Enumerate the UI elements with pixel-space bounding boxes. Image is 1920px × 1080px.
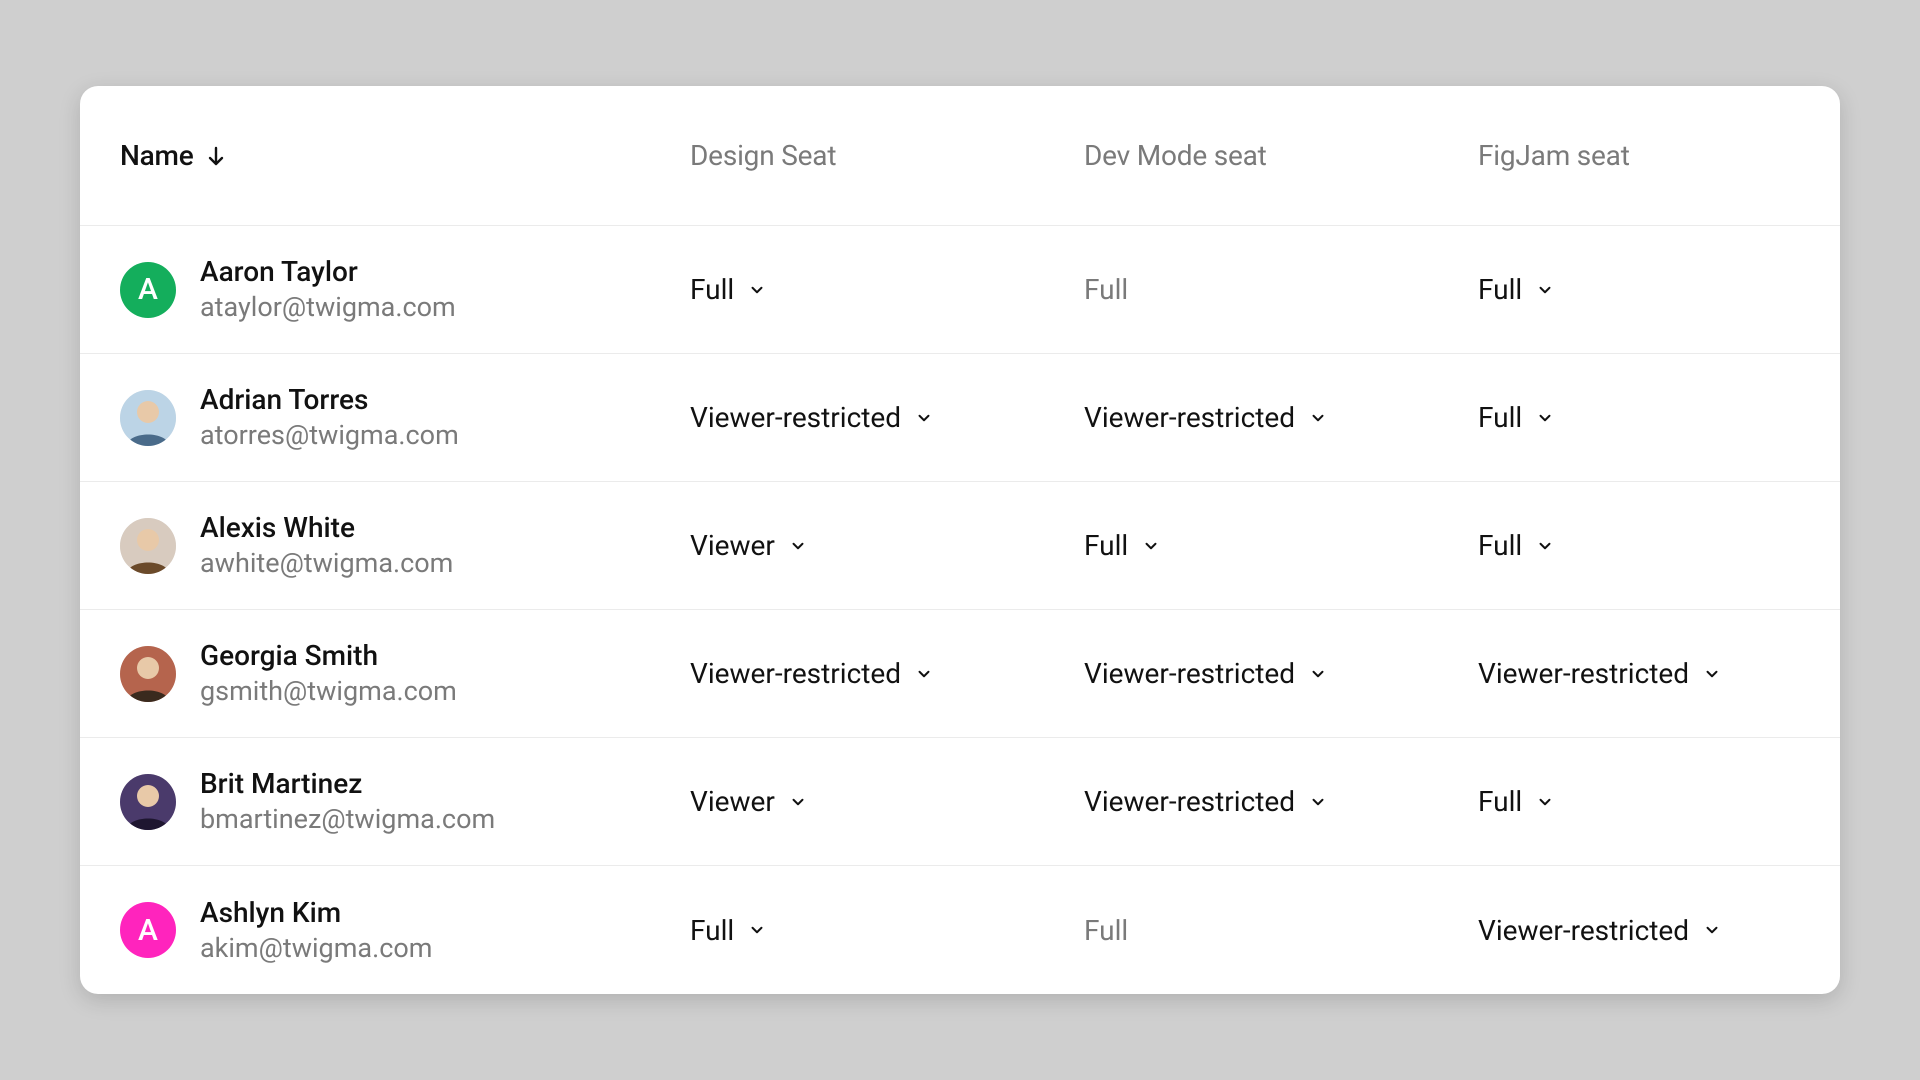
seat-value: Viewer	[690, 785, 775, 818]
user-name: Brit Martinez	[200, 766, 495, 801]
table-row: Brit Martinezbmartinez@twigma.comViewerV…	[80, 738, 1840, 866]
user-email: bmartinez@twigma.com	[200, 803, 495, 837]
chevron-down-icon	[1536, 793, 1554, 811]
table-body: A Aaron Taylorataylor@twigma.com Full Full F…	[80, 226, 1840, 994]
seat-select-dev[interactable]: Full	[1084, 529, 1160, 562]
members-table: Name Design Seat Dev Mode seat FigJam se…	[80, 86, 1840, 994]
user-name: Adrian Torres	[200, 382, 459, 417]
seat-select-figjam[interactable]: Full	[1478, 529, 1554, 562]
seat-select-dev: Full	[1084, 273, 1128, 306]
avatar	[120, 646, 176, 702]
column-header-figjam[interactable]: FigJam seat	[1478, 139, 1800, 172]
avatar	[120, 774, 176, 830]
seat-value: Full	[690, 273, 734, 306]
seat-value: Full	[1478, 529, 1522, 562]
seat-value: Full	[1478, 401, 1522, 434]
chevron-down-icon	[1142, 537, 1160, 555]
chevron-down-icon	[1309, 665, 1327, 683]
chevron-down-icon	[1536, 537, 1554, 555]
chevron-down-icon	[1536, 281, 1554, 299]
table-row: Georgia Smithgsmith@twigma.comViewer-res…	[80, 610, 1840, 738]
avatar	[120, 390, 176, 446]
chevron-down-icon	[748, 921, 766, 939]
seat-select-dev: Full	[1084, 914, 1128, 947]
table-header: Name Design Seat Dev Mode seat FigJam se…	[80, 86, 1840, 226]
seat-value: Full	[1084, 273, 1128, 306]
column-header-name[interactable]: Name	[120, 139, 690, 172]
seat-select-figjam[interactable]: Viewer-restricted	[1478, 657, 1721, 690]
user-email: akim@twigma.com	[200, 932, 432, 966]
chevron-down-icon	[1703, 665, 1721, 683]
seat-value: Full	[1478, 273, 1522, 306]
seat-select-design[interactable]: Viewer	[690, 785, 807, 818]
seat-select-figjam[interactable]: Full	[1478, 785, 1554, 818]
column-header-dev[interactable]: Dev Mode seat	[1084, 139, 1478, 172]
user-cell[interactable]: A Ashlyn Kimakim@twigma.com	[120, 895, 690, 966]
seat-select-design[interactable]: Full	[690, 273, 766, 306]
seat-value: Viewer-restricted	[1478, 914, 1689, 947]
seat-select-figjam[interactable]: Full	[1478, 273, 1554, 306]
seat-select-design[interactable]: Full	[690, 914, 766, 947]
column-header-design[interactable]: Design Seat	[690, 139, 1084, 172]
seat-select-dev[interactable]: Viewer-restricted	[1084, 657, 1327, 690]
seat-value: Viewer-restricted	[1084, 785, 1295, 818]
table-row: A Ashlyn Kimakim@twigma.com Full Full Viewer…	[80, 866, 1840, 994]
seat-select-figjam[interactable]: Full	[1478, 401, 1554, 434]
seat-value: Full	[1478, 785, 1522, 818]
seat-select-dev[interactable]: Viewer-restricted	[1084, 785, 1327, 818]
seat-value: Viewer-restricted	[1084, 657, 1295, 690]
sort-descending-icon	[204, 144, 228, 168]
seat-value: Full	[690, 914, 734, 947]
table-row: Alexis Whiteawhite@twigma.comViewerFullF…	[80, 482, 1840, 610]
user-cell[interactable]: Brit Martinezbmartinez@twigma.com	[120, 766, 690, 837]
user-name: Alexis White	[200, 510, 453, 545]
avatar: A	[120, 902, 176, 958]
avatar: A	[120, 262, 176, 318]
seat-select-figjam[interactable]: Viewer-restricted	[1478, 914, 1721, 947]
seat-value: Full	[1084, 914, 1128, 947]
user-email: gsmith@twigma.com	[200, 675, 457, 709]
table-row: Adrian Torresatorres@twigma.comViewer-re…	[80, 354, 1840, 482]
chevron-down-icon	[789, 537, 807, 555]
chevron-down-icon	[1703, 921, 1721, 939]
seat-value: Full	[1084, 529, 1128, 562]
chevron-down-icon	[748, 281, 766, 299]
seat-value: Viewer-restricted	[1478, 657, 1689, 690]
user-cell[interactable]: A Aaron Taylorataylor@twigma.com	[120, 254, 690, 325]
seat-value: Viewer-restricted	[1084, 401, 1295, 434]
chevron-down-icon	[915, 665, 933, 683]
user-name: Georgia Smith	[200, 638, 457, 673]
user-email: atorres@twigma.com	[200, 419, 459, 453]
seat-select-dev[interactable]: Viewer-restricted	[1084, 401, 1327, 434]
user-cell[interactable]: Alexis Whiteawhite@twigma.com	[120, 510, 690, 581]
seat-select-design[interactable]: Viewer	[690, 529, 807, 562]
seat-value: Viewer	[690, 529, 775, 562]
chevron-down-icon	[1536, 409, 1554, 427]
seat-select-design[interactable]: Viewer-restricted	[690, 401, 933, 434]
chevron-down-icon	[789, 793, 807, 811]
user-email: ataylor@twigma.com	[200, 291, 456, 325]
avatar	[120, 518, 176, 574]
user-cell[interactable]: Adrian Torresatorres@twigma.com	[120, 382, 690, 453]
chevron-down-icon	[1309, 793, 1327, 811]
table-row: A Aaron Taylorataylor@twigma.com Full Full F…	[80, 226, 1840, 354]
seat-value: Viewer-restricted	[690, 401, 901, 434]
seat-select-design[interactable]: Viewer-restricted	[690, 657, 933, 690]
user-name: Ashlyn Kim	[200, 895, 432, 930]
user-name: Aaron Taylor	[200, 254, 456, 289]
seat-value: Viewer-restricted	[690, 657, 901, 690]
chevron-down-icon	[915, 409, 933, 427]
column-header-name-label: Name	[120, 139, 194, 172]
chevron-down-icon	[1309, 409, 1327, 427]
user-email: awhite@twigma.com	[200, 547, 453, 581]
user-cell[interactable]: Georgia Smithgsmith@twigma.com	[120, 638, 690, 709]
